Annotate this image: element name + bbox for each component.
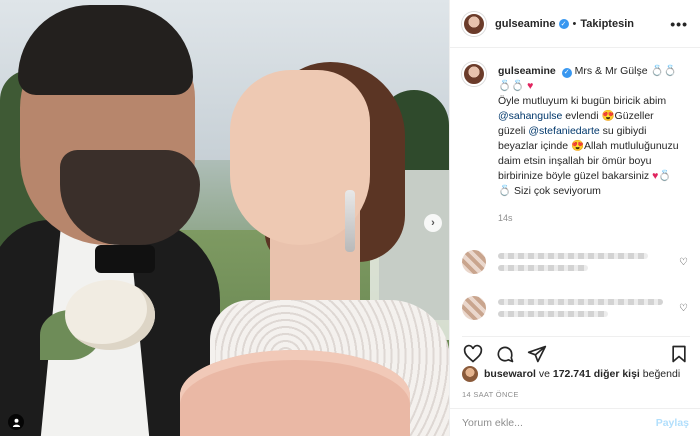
groom-bowtie (95, 245, 155, 273)
caption-title: Mrs & Mr Gülşe (574, 65, 648, 77)
post-header: gulseamine ✓ • Takiptesin ••• (450, 0, 700, 48)
blurred-avatar (462, 296, 486, 320)
separator-dot: • (572, 17, 577, 30)
post-timestamp[interactable]: 14 SAAT ÖNCE (462, 390, 519, 399)
heart-icon (463, 344, 483, 363)
person-icon (12, 418, 20, 427)
comments-area: gulseamine ✓ Mrs & Mr Gülşe 💍💍💍💍 ♥ Öyle … (450, 48, 700, 333)
follow-button[interactable]: Takiptesin (580, 18, 634, 30)
share-icon (527, 345, 547, 363)
blurred-comment: ♡ (462, 250, 688, 274)
action-bar (462, 336, 690, 366)
boutonniere-rose (65, 280, 155, 350)
liker-username[interactable]: busewarol (484, 368, 536, 380)
blurred-comment-text (498, 253, 648, 271)
caption: gulseamine ✓ Mrs & Mr Gülşe 💍💍💍💍 ♥ Öyle … (462, 62, 688, 226)
likes-tail: beğendi (639, 368, 681, 380)
likes-connector: ve (535, 368, 553, 380)
comment-icon (497, 346, 514, 363)
mention-link[interactable]: @sahangulse (498, 110, 562, 122)
user-tag-icon[interactable] (8, 414, 24, 430)
post-photo[interactable]: › (0, 0, 449, 436)
caption-line: Sizi çok seviyorum (511, 185, 601, 197)
next-arrow-icon[interactable]: › (424, 214, 442, 232)
likes-count[interactable]: 172.741 diğer kişi (553, 368, 640, 380)
liker-avatar[interactable] (462, 366, 478, 382)
comment-button[interactable] (494, 343, 516, 365)
caption-line: Öyle mutluyum ki bugün biricik abim (498, 95, 667, 107)
comment-like-icon[interactable]: ♡ (679, 257, 688, 268)
blurred-comment: ♡ (462, 296, 688, 320)
blurred-comment-text (498, 299, 663, 317)
post-comment-button[interactable]: Paylaş (656, 417, 689, 429)
comment-input[interactable] (462, 416, 652, 429)
avatar[interactable] (462, 11, 486, 36)
comment-like-icon[interactable]: ♡ (679, 303, 688, 314)
likes-summary: busewarol ve 172.741 diğer kişi beğendi (462, 366, 680, 382)
add-comment-bar: Paylaş (450, 408, 700, 436)
save-button[interactable] (668, 343, 690, 365)
mention-link[interactable]: @stefaniedarte (528, 125, 599, 137)
verified-icon: ✓ (558, 18, 569, 29)
caption-time: 14s (498, 213, 513, 223)
header-username[interactable]: gulseamine (495, 18, 556, 30)
verified-icon: ✓ (561, 67, 572, 78)
bride-earring (345, 190, 355, 252)
heart-glyph: ♥ (527, 80, 534, 92)
post-side-panel: gulseamine ✓ • Takiptesin ••• gulseamine… (449, 0, 700, 436)
blurred-avatar (462, 250, 486, 274)
bookmark-icon (672, 345, 686, 363)
bridal-bouquet (180, 350, 410, 436)
caption-text: gulseamine ✓ Mrs & Mr Gülşe 💍💍💍💍 ♥ Öyle … (498, 64, 683, 226)
more-options-icon[interactable]: ••• (670, 16, 688, 32)
share-button[interactable] (526, 343, 548, 365)
caption-avatar[interactable] (462, 62, 486, 86)
caption-username[interactable]: gulseamine (498, 65, 556, 77)
like-button[interactable] (462, 343, 484, 365)
